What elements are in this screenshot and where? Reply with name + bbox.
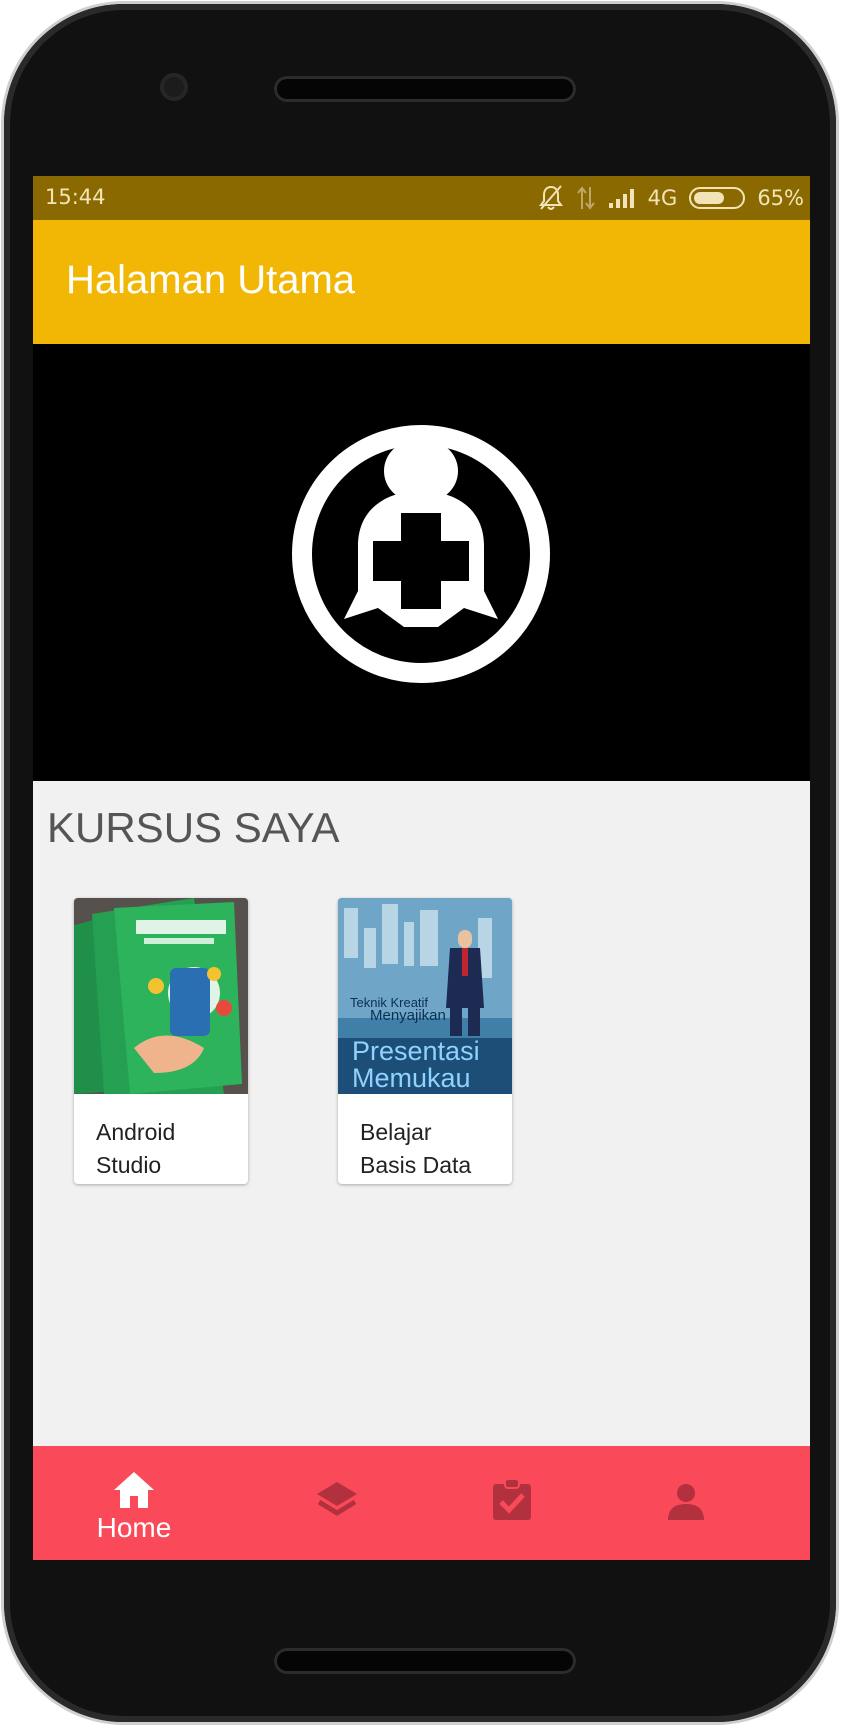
battery-level [694,192,725,204]
course-card-android-studio[interactable]: Android Studio [74,898,248,1184]
cover-text-line: Memukau [352,1063,471,1093]
section-title: KURSUS SAYA [47,804,340,851]
earpiece-speaker [274,76,576,102]
bottom-speaker [274,1648,576,1674]
clipboard-check-icon [493,1478,531,1520]
course-cover-image: Teknik Kreatif Menyajikan Presentasi Mem… [338,898,512,1094]
app-bar: Halaman Utama [33,220,810,344]
course-cover-image [74,898,248,1094]
home-icon [114,1472,154,1508]
bell-off-icon [538,185,563,210]
battery-icon [689,187,746,209]
app-screen: 15:44 4G 65% Halaman Utama KURSUS SAYA A… [33,176,810,1560]
course-card-basis-data[interactable]: Teknik Kreatif Menyajikan Presentasi Mem… [338,898,512,1184]
nav-item-tasks[interactable] [442,1446,582,1560]
course-title-line: Basis Data [360,1152,472,1178]
course-title-line: Studio [96,1152,162,1178]
nav-item-home[interactable]: Home [64,1446,204,1560]
battery-percent: 65% [757,186,804,210]
cover-text-line: Presentasi [352,1036,480,1066]
cover-title-text: Presentasi Memukau [352,1038,480,1092]
nav-label-home: Home [96,1512,172,1543]
network-type: 4G [647,186,678,210]
person-icon [668,1484,704,1520]
course-title: Android Studio [96,1116,236,1182]
data-arrows-icon [576,186,595,210]
signal-icon [608,189,634,208]
page-title: Halaman Utama [66,258,356,302]
android-studio-book-cover [74,898,248,1094]
cover-text-line: Menyajikan [370,1007,446,1024]
course-title: Belajar Basis Data [360,1116,500,1182]
status-time: 15:44 [45,185,106,209]
nav-item-profile[interactable] [616,1446,756,1560]
bottom-navigation: Home [33,1446,810,1560]
nav-item-courses[interactable] [267,1446,407,1560]
layers-icon [317,1482,357,1516]
banner [33,344,810,781]
status-icons: 4G 65% [538,181,804,215]
medical-cross-logo-icon [292,425,550,683]
status-bar: 15:44 4G 65% [33,176,810,220]
course-title-line: Belajar [360,1119,432,1145]
course-title-line: Android [96,1119,176,1145]
cover-text: Teknik Kreatif Menyajikan [350,996,446,1024]
front-camera [160,73,188,101]
